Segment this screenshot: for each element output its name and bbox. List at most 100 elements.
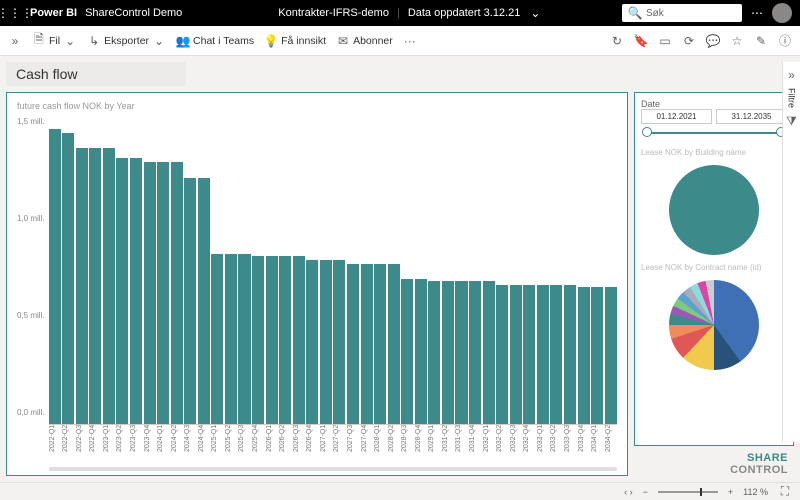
bar[interactable] — [605, 287, 617, 424]
cash-flow-bar-chart[interactable]: future cash flow NOK by Year 1,5 mill.1,… — [6, 92, 628, 476]
pie-contract-title: Lease NOK by Contract name (id) — [641, 263, 787, 272]
bar[interactable] — [564, 285, 576, 424]
date-slider[interactable] — [647, 132, 781, 134]
bar[interactable] — [62, 133, 74, 424]
bar[interactable] — [89, 148, 101, 424]
bar[interactable] — [157, 162, 169, 424]
file-menu[interactable]: 🗎 Fil ⌄ — [32, 34, 77, 48]
date-from-input[interactable]: 01.12.2021 — [641, 109, 712, 124]
info-icon[interactable]: ⓘ — [778, 34, 792, 48]
more-icon[interactable]: ⋯ — [750, 6, 764, 20]
edit-icon[interactable]: ✎ — [754, 34, 768, 48]
bar[interactable] — [144, 162, 156, 424]
x-tick: 2032-Q4 — [523, 425, 535, 465]
view-icon[interactable]: ▭ — [658, 34, 672, 48]
x-tick: 2033-Q1 — [537, 425, 549, 465]
x-tick: 2023-Q3 — [130, 425, 142, 465]
bar[interactable] — [171, 162, 183, 424]
bar[interactable] — [130, 158, 142, 424]
chevron-left-icon[interactable]: » — [785, 68, 799, 82]
bar[interactable] — [388, 264, 400, 424]
bar[interactable] — [469, 281, 481, 424]
bar[interactable] — [320, 260, 332, 424]
pie-contract-chart[interactable] — [669, 280, 759, 370]
bar[interactable] — [428, 281, 440, 424]
export-menu[interactable]: ↳ Eksporter ⌄ — [87, 34, 166, 48]
bar[interactable] — [374, 264, 386, 424]
comment-icon[interactable]: 💬 — [706, 34, 720, 48]
subscribe-button[interactable]: ✉ Abonner — [336, 34, 393, 48]
expand-nav-icon[interactable]: » — [8, 34, 22, 48]
more-icon[interactable]: ··· — [403, 34, 417, 48]
zoom-plus[interactable]: + — [728, 487, 733, 497]
bar[interactable] — [238, 254, 250, 424]
pie-building-chart[interactable] — [669, 165, 759, 255]
bar[interactable] — [306, 260, 318, 424]
bar[interactable] — [225, 254, 237, 424]
bar[interactable] — [211, 254, 223, 424]
x-tick: 2024-Q2 — [171, 425, 183, 465]
filters-pane-collapsed[interactable]: » Filtre ⧩ — [782, 62, 800, 442]
horizontal-scrollbar[interactable] — [49, 467, 617, 471]
bar[interactable] — [523, 285, 535, 424]
bar[interactable] — [103, 148, 115, 424]
bar[interactable] — [578, 287, 590, 424]
x-tick: 2022-Q3 — [76, 425, 88, 465]
bar[interactable] — [184, 178, 196, 424]
bar[interactable] — [279, 256, 291, 424]
bar[interactable] — [293, 256, 305, 424]
bar[interactable] — [252, 256, 264, 424]
data-updated-label[interactable]: Data oppdatert 3.12.21 — [408, 7, 521, 19]
x-tick: 2025-Q1 — [211, 425, 223, 465]
chat-teams-button[interactable]: 👥 Chat i Teams — [176, 34, 254, 48]
bar[interactable] — [401, 279, 413, 424]
insights-button[interactable]: 💡 Få innsikt — [264, 34, 326, 48]
chevron-down-icon[interactable]: ⌄ — [528, 6, 542, 20]
x-tick: 2027-Q4 — [361, 425, 373, 465]
bar[interactable] — [510, 285, 522, 424]
star-icon[interactable]: ☆ — [730, 34, 744, 48]
bar[interactable] — [483, 281, 495, 424]
bar[interactable] — [347, 264, 359, 424]
waffle-icon[interactable]: ⋮⋮⋮ — [8, 6, 22, 20]
x-tick: 2022-Q2 — [62, 425, 74, 465]
chat-label: Chat i Teams — [193, 35, 254, 47]
x-tick: 2024-Q1 — [157, 425, 169, 465]
bar[interactable] — [266, 256, 278, 424]
search-placeholder: Søk — [646, 8, 664, 19]
y-tick: 1,5 mill. — [17, 117, 45, 126]
report-name[interactable]: Kontrakter-IFRS-demo — [278, 7, 389, 19]
page-nav[interactable]: ‹ › — [624, 487, 633, 497]
avatar[interactable] — [772, 3, 792, 23]
fit-page-icon[interactable]: ⛶ — [778, 485, 792, 499]
reset-icon[interactable]: ↻ — [610, 34, 624, 48]
command-bar: » 🗎 Fil ⌄ ↳ Eksporter ⌄ 👥 Chat i Teams 💡… — [0, 26, 800, 56]
refresh-icon[interactable]: ⟳ — [682, 34, 696, 48]
bar[interactable] — [455, 281, 467, 424]
zoom-minus[interactable]: − — [643, 487, 648, 497]
bar[interactable] — [442, 281, 454, 424]
bar[interactable] — [333, 260, 345, 424]
slider-handle-start[interactable] — [642, 127, 652, 137]
bar[interactable] — [550, 285, 562, 424]
date-to-input[interactable]: 31.12.2035 — [716, 109, 787, 124]
bookmark-icon[interactable]: 🔖 — [634, 34, 648, 48]
bar[interactable] — [361, 264, 373, 424]
search-input[interactable]: 🔍 Søk — [622, 4, 742, 22]
bar[interactable] — [496, 285, 508, 424]
workspace-name[interactable]: ShareControl Demo — [85, 7, 182, 19]
x-tick: 2028-Q4 — [415, 425, 427, 465]
bar[interactable] — [591, 287, 603, 424]
search-icon: 🔍 — [628, 6, 642, 20]
y-axis: 1,5 mill.1,0 mill.0,5 mill.0,0 mill. — [17, 117, 49, 417]
x-axis: 2022-Q12022-Q22022-Q32022-Q42023-Q12023-… — [49, 425, 617, 465]
x-tick: 2031-Q3 — [455, 425, 467, 465]
bar[interactable] — [198, 178, 210, 424]
bar[interactable] — [76, 148, 88, 424]
bar[interactable] — [49, 129, 61, 424]
x-tick: 2032-Q2 — [496, 425, 508, 465]
bar[interactable] — [537, 285, 549, 424]
bar[interactable] — [116, 158, 128, 424]
bar[interactable] — [415, 279, 427, 424]
zoom-slider[interactable] — [658, 491, 718, 493]
